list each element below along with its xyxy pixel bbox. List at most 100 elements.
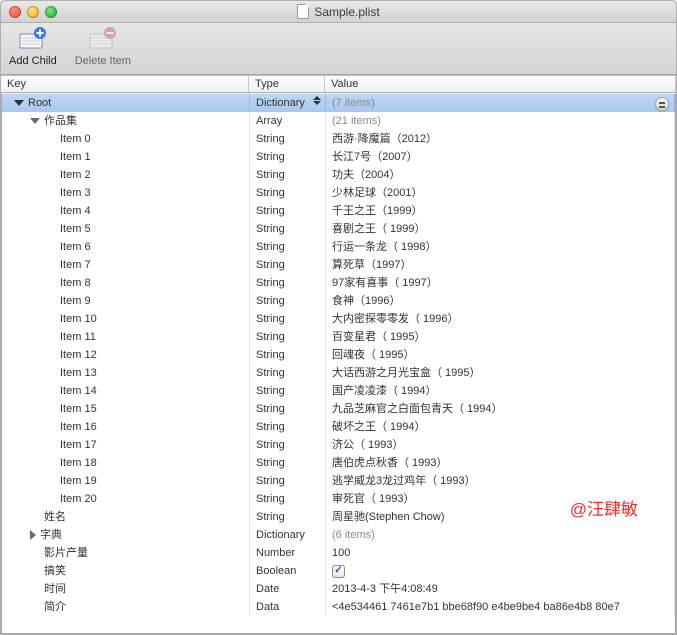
key-cell[interactable]: Item 14 — [2, 382, 250, 400]
row-actions-icon[interactable] — [655, 97, 669, 111]
key-cell[interactable]: 简介 — [2, 598, 250, 616]
table-row[interactable]: Item 6String行运一条龙（ 1998） — [2, 238, 675, 256]
type-cell[interactable]: Number — [250, 544, 326, 562]
value-cell[interactable]: 食神（1996） — [326, 292, 675, 310]
chevron-right-icon[interactable] — [30, 530, 36, 540]
table-row[interactable]: Item 17String济公（ 1993） — [2, 436, 675, 454]
table-row[interactable]: 字典Dictionary(6 items) — [2, 526, 675, 544]
value-cell[interactable]: 2013-4-3 下午4:08:49 — [326, 580, 675, 598]
table-row[interactable]: Item 19String逃学威龙3龙过鸡年（ 1993） — [2, 472, 675, 490]
minimize-window-icon[interactable] — [27, 6, 39, 18]
type-cell[interactable]: String — [250, 454, 326, 472]
type-cell[interactable]: String — [250, 490, 326, 508]
table-row[interactable]: Item 14String国产凌凌漆（ 1994） — [2, 382, 675, 400]
table-row[interactable]: Item 5String喜剧之王（ 1999） — [2, 220, 675, 238]
key-cell[interactable]: Item 17 — [2, 436, 250, 454]
table-row[interactable]: 姓名String周星驰(Stephen Chow) — [2, 508, 675, 526]
chevron-down-icon[interactable] — [30, 118, 40, 124]
table-row[interactable]: Item 1String长江7号（2007） — [2, 148, 675, 166]
key-cell[interactable]: Item 6 — [2, 238, 250, 256]
key-cell[interactable]: Item 19 — [2, 472, 250, 490]
key-cell[interactable]: 搞笑 — [2, 562, 250, 580]
add-child-button[interactable]: Add Child — [9, 27, 57, 67]
key-cell[interactable]: Item 15 — [2, 400, 250, 418]
value-cell[interactable]: 喜剧之王（ 1999） — [326, 220, 675, 238]
table-row[interactable]: Item 7String算死草（1997） — [2, 256, 675, 274]
type-cell[interactable]: String — [250, 418, 326, 436]
type-cell[interactable]: String — [250, 130, 326, 148]
value-cell[interactable]: 大内密探零零发（ 1996） — [326, 310, 675, 328]
value-cell[interactable]: (7 items) — [326, 94, 675, 112]
key-cell[interactable]: Item 8 — [2, 274, 250, 292]
value-cell[interactable]: 九品芝麻官之白面包青天（ 1994） — [326, 400, 675, 418]
type-cell[interactable]: String — [250, 310, 326, 328]
type-cell[interactable]: String — [250, 256, 326, 274]
key-cell[interactable]: Item 1 — [2, 148, 250, 166]
value-cell[interactable] — [326, 562, 675, 580]
value-cell[interactable]: (6 items) — [326, 526, 675, 544]
value-cell[interactable]: 逃学威龙3龙过鸡年（ 1993） — [326, 472, 675, 490]
table-row[interactable]: Item 9String食神（1996） — [2, 292, 675, 310]
table-row[interactable]: Item 0String西游·降魔篇（2012） — [2, 130, 675, 148]
value-cell[interactable]: <4e534461 7461e7b1 bbe68f90 e4be9be4 ba8… — [326, 598, 675, 616]
table-row[interactable]: Item 16String破坏之王（ 1994） — [2, 418, 675, 436]
key-cell[interactable]: Root — [2, 94, 250, 112]
type-cell[interactable]: String — [250, 220, 326, 238]
table-row[interactable]: Item 18String唐伯虎点秋香（ 1993） — [2, 454, 675, 472]
key-cell[interactable]: Item 13 — [2, 364, 250, 382]
table-row[interactable]: Item 20String审死官（ 1993） — [2, 490, 675, 508]
key-cell[interactable]: Item 18 — [2, 454, 250, 472]
type-cell[interactable]: String — [250, 274, 326, 292]
zoom-window-icon[interactable] — [45, 6, 57, 18]
table-row[interactable]: Item 15String九品芝麻官之白面包青天（ 1994） — [2, 400, 675, 418]
value-cell[interactable]: (21 items) — [326, 112, 675, 130]
type-cell[interactable]: String — [250, 508, 326, 526]
key-cell[interactable]: Item 2 — [2, 166, 250, 184]
table-row[interactable]: Item 13String大话西游之月光宝盒（ 1995） — [2, 364, 675, 382]
type-cell[interactable]: Date — [250, 580, 326, 598]
value-cell[interactable]: 行运一条龙（ 1998） — [326, 238, 675, 256]
key-cell[interactable]: Item 20 — [2, 490, 250, 508]
table-row[interactable]: 影片产量Number100 — [2, 544, 675, 562]
table-row[interactable]: Item 2String功夫（2004） — [2, 166, 675, 184]
type-cell[interactable]: Data — [250, 598, 326, 616]
value-cell[interactable]: 大话西游之月光宝盒（ 1995） — [326, 364, 675, 382]
close-window-icon[interactable] — [9, 6, 21, 18]
key-cell[interactable]: Item 12 — [2, 346, 250, 364]
key-cell[interactable]: Item 3 — [2, 184, 250, 202]
type-cell[interactable]: String — [250, 202, 326, 220]
table-row[interactable]: Item 11String百变星君（ 1995） — [2, 328, 675, 346]
type-cell[interactable]: String — [250, 346, 326, 364]
column-header-key[interactable]: Key — [1, 76, 249, 92]
key-cell[interactable]: Item 5 — [2, 220, 250, 238]
value-cell[interactable]: 唐伯虎点秋香（ 1993） — [326, 454, 675, 472]
value-cell[interactable]: 国产凌凌漆（ 1994） — [326, 382, 675, 400]
type-cell[interactable]: Boolean — [250, 562, 326, 580]
value-cell[interactable]: 周星驰(Stephen Chow) — [326, 508, 675, 526]
value-cell[interactable]: 千王之王（1999） — [326, 202, 675, 220]
key-cell[interactable]: 时间 — [2, 580, 250, 598]
outline-view[interactable]: Root Dictionary (7 items) 作品集Array(21 items… — [1, 94, 676, 634]
table-row[interactable]: Item 4String千王之王（1999） — [2, 202, 675, 220]
type-cell[interactable]: String — [250, 148, 326, 166]
value-cell[interactable]: 破坏之王（ 1994） — [326, 418, 675, 436]
key-cell[interactable]: 作品集 — [2, 112, 250, 130]
column-header-value[interactable]: Value — [325, 76, 676, 92]
type-cell[interactable]: Array — [250, 112, 326, 130]
key-cell[interactable]: Item 10 — [2, 310, 250, 328]
value-cell[interactable]: 97家有喜事（ 1997） — [326, 274, 675, 292]
value-cell[interactable]: 西游·降魔篇（2012） — [326, 130, 675, 148]
key-cell[interactable]: Item 7 — [2, 256, 250, 274]
type-cell[interactable]: String — [250, 184, 326, 202]
key-cell[interactable]: 影片产量 — [2, 544, 250, 562]
key-cell[interactable]: Item 9 — [2, 292, 250, 310]
key-cell[interactable]: Item 11 — [2, 328, 250, 346]
key-cell[interactable]: 字典 — [2, 526, 250, 544]
type-cell[interactable]: String — [250, 166, 326, 184]
checkbox-checked-icon[interactable] — [332, 565, 345, 578]
table-row[interactable]: 时间Date2013-4-3 下午4:08:49 — [2, 580, 675, 598]
type-cell[interactable]: String — [250, 292, 326, 310]
type-cell[interactable]: Dictionary — [250, 526, 326, 544]
table-row[interactable]: 搞笑Boolean — [2, 562, 675, 580]
value-cell[interactable]: 算死草（1997） — [326, 256, 675, 274]
